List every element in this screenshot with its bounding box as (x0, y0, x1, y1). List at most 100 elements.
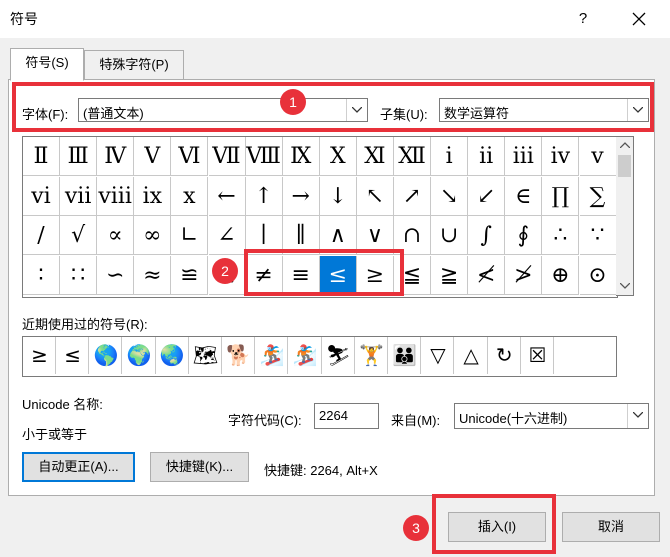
symbol-cell[interactable]: ≈ (134, 256, 172, 296)
symbol-cell[interactable]: ↗ (394, 176, 431, 216)
symbol-cell[interactable]: ⅶ (60, 176, 98, 216)
symbol-cell[interactable]: ∞ (134, 216, 172, 256)
symbol-cell[interactable]: ∨ (356, 216, 394, 256)
scroll-thumb[interactable] (618, 155, 631, 177)
symbol-cell[interactable]: ≧ (431, 256, 469, 296)
symbol-cell[interactable]: ∏ (542, 176, 580, 216)
symbol-cell[interactable]: ≮ (468, 256, 506, 296)
symbol-cell[interactable]: ⅵ (23, 176, 60, 216)
symbol-cell[interactable]: ↘ (431, 176, 469, 216)
symbol-cell[interactable]: ∑ (579, 176, 617, 216)
symbol-cell[interactable]: Ⅴ (134, 137, 172, 176)
from-select[interactable]: Unicode(十六进制) (454, 403, 649, 429)
autocorrect-button[interactable]: 自动更正(A)... (22, 452, 135, 482)
recent-symbol[interactable]: ≥ (24, 337, 56, 374)
recent-symbol[interactable]: ☒ (522, 337, 554, 374)
symbol-cell[interactable]: ∵ (579, 216, 617, 256)
symbol-grid-scrollbar[interactable] (616, 136, 634, 296)
symbol-cell[interactable]: Ⅺ (356, 137, 394, 176)
symbol-cell[interactable]: ⅷ (97, 176, 135, 216)
font-select[interactable]: (普通文本) (78, 98, 368, 122)
symbol-cell[interactable]: ∧ (319, 216, 357, 256)
symbol-cell[interactable]: ≦ (394, 256, 431, 296)
symbol-cell[interactable]: ∝ (97, 216, 135, 256)
tab-symbols[interactable]: 符号(S) (10, 48, 84, 81)
symbol-cell[interactable]: Ⅹ (319, 137, 357, 176)
font-dropdown-arrow[interactable] (346, 99, 367, 121)
symbol-cell[interactable]: ≯ (505, 256, 543, 296)
symbol-cell[interactable]: Ⅻ (394, 137, 431, 176)
symbol-cell[interactable]: ↖ (356, 176, 394, 216)
symbol-cell[interactable]: ↓ (319, 176, 357, 216)
symbol-cell[interactable]: ∩ (394, 216, 431, 256)
symbol-cell[interactable]: ∶ (23, 256, 60, 296)
recent-symbol[interactable]: 🏂 (256, 337, 289, 374)
recent-symbol[interactable]: ↻ (489, 337, 521, 374)
symbol-cell[interactable]: ⅰ (431, 137, 469, 176)
symbol-cell[interactable]: ∥ (282, 216, 320, 256)
symbol-cell[interactable]: Ⅶ (208, 137, 246, 176)
symbol-cell[interactable]: ≡ (282, 256, 320, 296)
recent-symbols[interactable]: ≥ ≤ 🌎 🌍 🌏 🗺 🐕 🏂 🏂 ⛷ 🏋 👪 ▽ △ ↻ ☒ (22, 336, 617, 377)
symbol-cell[interactable]: ∴ (542, 216, 580, 256)
scroll-down-icon[interactable] (620, 283, 630, 289)
symbol-cell[interactable]: Ⅱ (23, 137, 60, 176)
symbol-cell[interactable]: ∠ (208, 216, 246, 256)
symbol-cell[interactable]: √ (60, 216, 98, 256)
symbol-cell[interactable]: ∟ (171, 216, 209, 256)
recent-symbol[interactable]: 👪 (389, 337, 422, 374)
recent-symbol[interactable]: 🌍 (124, 337, 156, 374)
scroll-up-icon[interactable] (620, 142, 630, 148)
symbol-cell[interactable]: ↑ (245, 176, 283, 216)
symbol-cell[interactable]: ⅸ (134, 176, 172, 216)
subset-dropdown-arrow[interactable] (627, 99, 648, 121)
symbol-cell[interactable]: ∪ (431, 216, 469, 256)
symbol-cell[interactable]: ⊕ (542, 256, 580, 296)
recent-symbol[interactable]: ≤ (57, 337, 90, 374)
help-button[interactable]: ? (570, 6, 596, 32)
recent-symbol[interactable]: 🗺 (190, 337, 222, 374)
close-button[interactable] (624, 6, 654, 32)
recent-symbol[interactable]: 🐕 (223, 337, 256, 374)
recent-symbol[interactable]: 🌏 (157, 337, 189, 374)
tab-special-characters[interactable]: 特殊字符(P) (84, 50, 184, 79)
subset-select[interactable]: 数学运算符 (439, 98, 649, 122)
shortcut-key-button[interactable]: 快捷键(K)... (150, 452, 249, 482)
symbol-cell[interactable]: ∕ (23, 216, 60, 256)
symbol-cell[interactable]: ∫ (468, 216, 506, 256)
symbol-cell[interactable]: ⊙ (579, 256, 617, 296)
symbol-cell[interactable]: Ⅵ (171, 137, 209, 176)
symbol-cell[interactable]: ∣ (245, 216, 283, 256)
char-code-input[interactable]: 2264 (314, 403, 379, 429)
symbol-cell[interactable]: ↙ (468, 176, 506, 216)
symbol-cell[interactable]: Ⅳ (97, 137, 135, 176)
cancel-button[interactable]: 取消 (562, 512, 660, 542)
recent-symbol[interactable]: 🏋 (356, 337, 388, 374)
symbol-cell[interactable]: ≌ (171, 256, 209, 296)
symbol-cell[interactable]: ⅹ (171, 176, 209, 216)
recent-symbol[interactable]: 🌎 (90, 337, 123, 374)
symbol-cell[interactable]: ∈ (505, 176, 543, 216)
insert-button[interactable]: 插入(I) (448, 512, 546, 542)
symbol-cell[interactable]: ≤ (319, 256, 357, 296)
symbol-cell[interactable]: → (282, 176, 320, 216)
recent-symbol[interactable]: 🏂 (290, 337, 322, 374)
symbol-cell[interactable]: ⅱ (468, 137, 506, 176)
symbol-cell[interactable]: ≥ (356, 256, 394, 296)
symbol-cell[interactable]: ∮ (505, 216, 543, 256)
recent-symbol[interactable]: ▽ (422, 337, 455, 374)
symbol-cell[interactable]: ⅴ (579, 137, 617, 176)
symbol-cell[interactable]: ∽ (97, 256, 135, 296)
symbol-grid[interactable]: Ⅱ Ⅲ Ⅳ Ⅴ Ⅵ Ⅶ Ⅷ Ⅸ Ⅹ Ⅺ Ⅻⅰ ⅱ ⅲ ⅳ ⅴ ⅵ ⅶ ⅷ ⅸ ⅹ ← ↑ → ↓ ↖ ↗ ↘ ↙ ∈ ∏ ∑ ∕ √ ∝ ∞ ∟ ∠ ∣ ∥… (22, 136, 618, 298)
symbol-cell[interactable]: ← (208, 176, 246, 216)
symbol-cell[interactable]: ≠ (245, 256, 283, 296)
symbol-cell[interactable]: Ⅲ (60, 137, 98, 176)
symbol-cell[interactable]: Ⅷ (245, 137, 283, 176)
symbol-cell[interactable]: ⅳ (542, 137, 580, 176)
from-dropdown-arrow[interactable] (627, 404, 648, 428)
symbol-cell[interactable]: ∷ (60, 256, 98, 296)
recent-symbol[interactable]: ⛷ (323, 337, 355, 374)
symbol-cell[interactable]: Ⅸ (282, 137, 320, 176)
recent-symbol[interactable]: △ (456, 337, 488, 374)
symbol-cell[interactable]: ⅲ (505, 137, 543, 176)
